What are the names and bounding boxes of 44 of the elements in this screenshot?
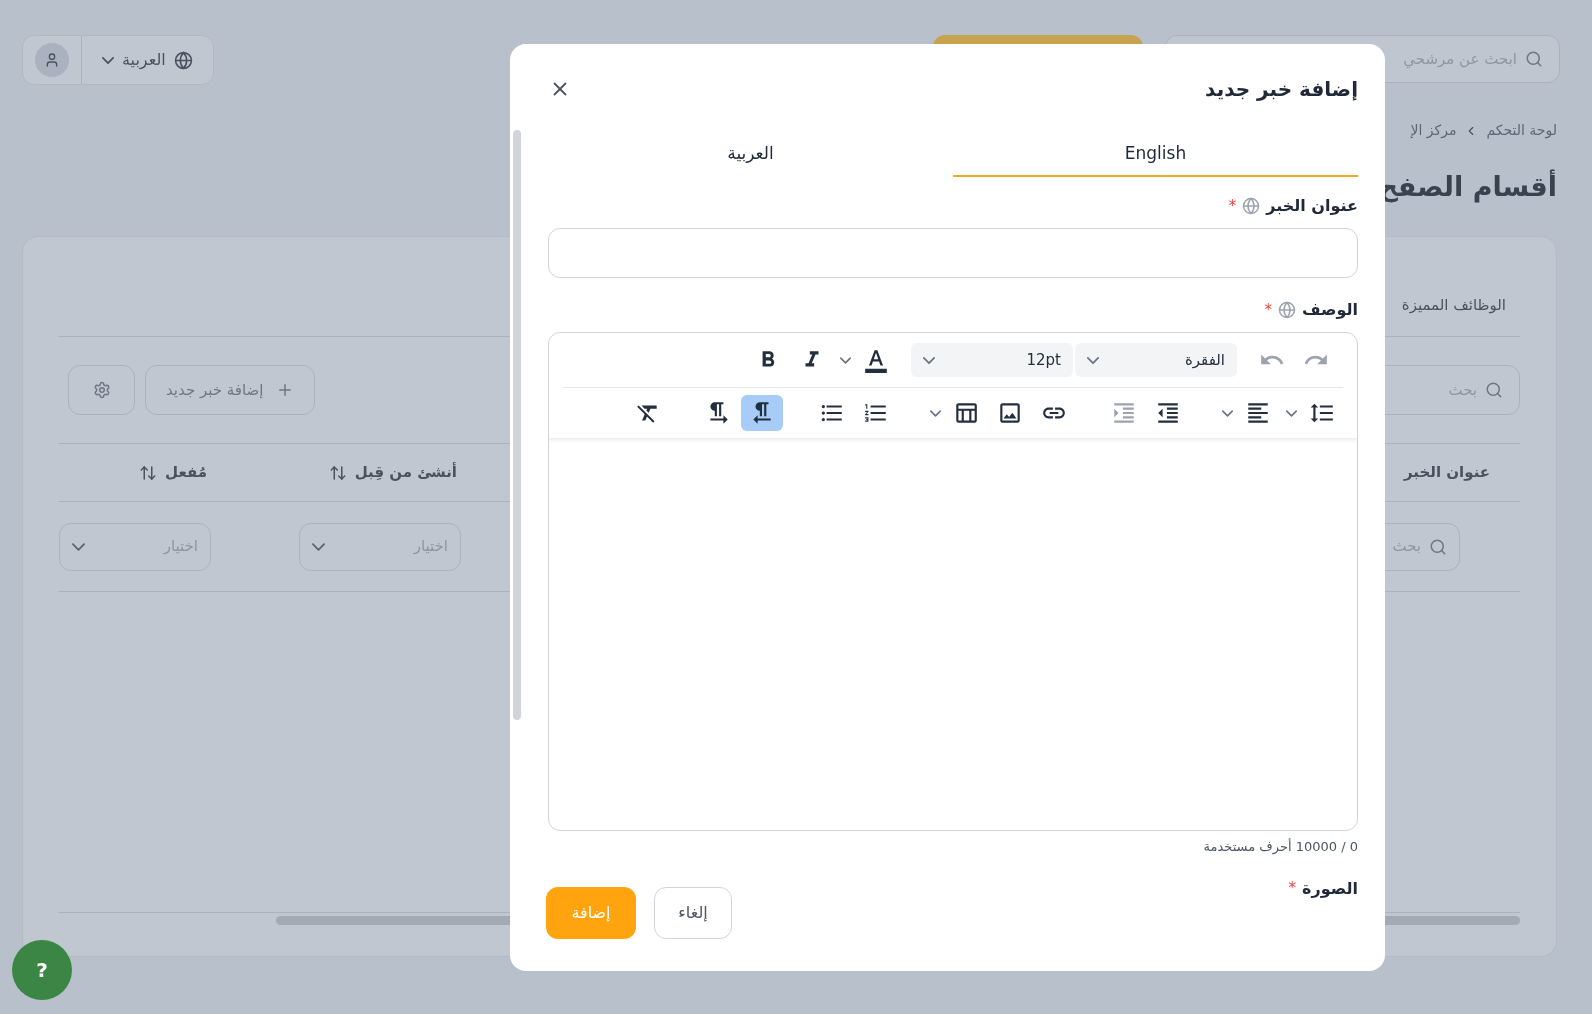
column-header: أنشئ من قِبل [354,461,457,484]
search-icon [1429,537,1447,556]
breadcrumb-link[interactable]: لوحة التحكم [1486,120,1557,141]
format-select[interactable]: الفقرة [1075,343,1237,377]
required-mark: * [1228,195,1237,217]
search-icon [1485,381,1503,399]
text-color-icon [863,347,889,373]
image-icon [997,400,1023,426]
dialog-scrollbar[interactable] [513,130,521,720]
language-tab[interactable]: العربية [548,132,953,177]
section-tab[interactable]: الوظائف المميزة [1401,293,1506,316]
chevron-down-icon [312,542,325,551]
field-label: عنوان الخبر [1266,195,1358,217]
search-icon [1525,50,1543,68]
title-input[interactable] [548,228,1358,278]
rtl-button[interactable] [741,395,783,431]
table-icon [953,400,979,426]
language-tab[interactable]: English [953,132,1358,177]
chevron-down-icon [929,409,941,417]
settings-icon [92,381,111,399]
cancel-button[interactable]: إلغاء [654,886,732,939]
align-left-icon [1245,400,1271,426]
character-counter: 0 / 10000 أحرف مستخدمة [1202,837,1358,857]
chevron-down-icon [839,356,851,364]
format-select[interactable]: 12pt [911,343,1073,377]
outdent-icon [1155,400,1181,426]
indent-icon [1111,400,1137,426]
required-mark: * [1264,299,1272,321]
field-label: الصورة [1302,877,1358,900]
column-header: عنوان الخبر [1404,462,1490,484]
globe-icon [1277,301,1296,319]
help-button[interactable]: ? [12,940,72,1000]
add-news-button[interactable]: إضافة خبر جديد [145,365,315,415]
dialog-title: إضافة خبر جديد [1205,76,1358,103]
column-header: مُفعل [165,462,207,484]
chevron-down-icon [72,542,85,551]
sort-icon[interactable] [139,463,158,482]
required-mark: * [1288,878,1297,900]
sort-icon[interactable] [328,463,347,482]
chevron-down-icon [1221,409,1233,417]
chevron-down-icon [1285,409,1297,417]
breadcrumb-link[interactable]: مركز الإ [1410,120,1457,141]
field-label: الوصف [1301,299,1358,321]
globe-icon [1242,197,1261,215]
